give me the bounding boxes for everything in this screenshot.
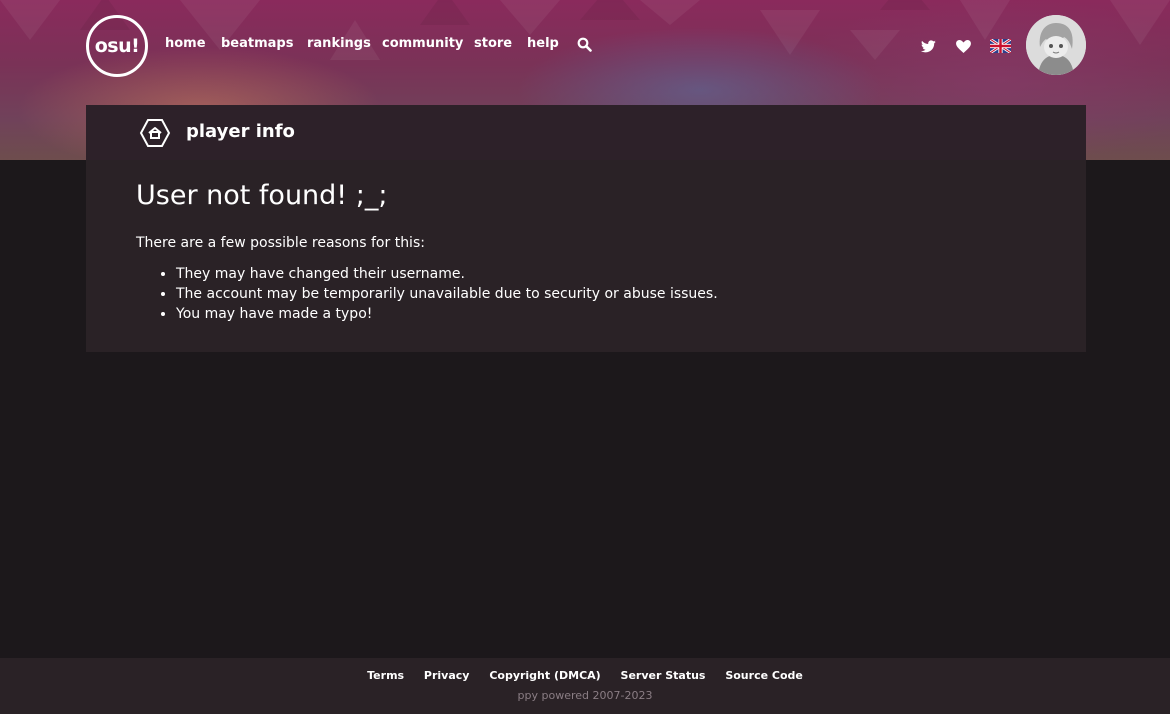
footer-links: Terms Privacy Copyright (DMCA) Server St…: [0, 669, 1170, 682]
home-hexagon-icon: [139, 118, 171, 152]
page: osu! home beatmaps rankings community st…: [0, 0, 1170, 714]
nav-link-home[interactable]: home: [165, 36, 206, 51]
footer-link-server-status[interactable]: Server Status: [621, 669, 706, 682]
nav-link-beatmaps[interactable]: beatmaps: [221, 36, 293, 51]
list-item: You may have made a typo!: [176, 304, 718, 324]
nav-link-community[interactable]: community: [382, 36, 463, 51]
uk-flag-icon[interactable]: [989, 37, 1012, 57]
nav-link-store[interactable]: store: [474, 36, 512, 51]
osu-logo[interactable]: osu!: [86, 15, 148, 77]
not-found-card: User not found! ;_; There are a few poss…: [86, 160, 1086, 352]
search-icon[interactable]: [577, 37, 592, 56]
footer-link-source-code[interactable]: Source Code: [725, 669, 803, 682]
user-avatar[interactable]: [1026, 15, 1086, 75]
twitter-icon[interactable]: [921, 38, 936, 57]
nav-link-rankings[interactable]: rankings: [307, 36, 371, 51]
heart-icon[interactable]: [956, 38, 971, 57]
nav-link-help[interactable]: help: [527, 36, 559, 51]
player-info-header: player info: [86, 105, 1086, 160]
player-info-title: player info: [186, 121, 295, 142]
avatar-illustration: [1026, 15, 1086, 75]
footer: Terms Privacy Copyright (DMCA) Server St…: [0, 658, 1170, 714]
footer-copyright: ppy powered 2007-2023: [517, 689, 653, 702]
reasons-intro: There are a few possible reasons for thi…: [136, 235, 425, 251]
reasons-list: They may have changed their username. Th…: [136, 264, 718, 324]
list-item: The account may be temporarily unavailab…: [176, 284, 718, 304]
not-found-heading: User not found! ;_;: [136, 180, 388, 211]
list-item: They may have changed their username.: [176, 264, 718, 284]
footer-link-copyright[interactable]: Copyright (DMCA): [489, 669, 600, 682]
osu-logo-text: osu!: [94, 35, 140, 57]
footer-link-terms[interactable]: Terms: [367, 669, 404, 682]
footer-link-privacy[interactable]: Privacy: [424, 669, 470, 682]
